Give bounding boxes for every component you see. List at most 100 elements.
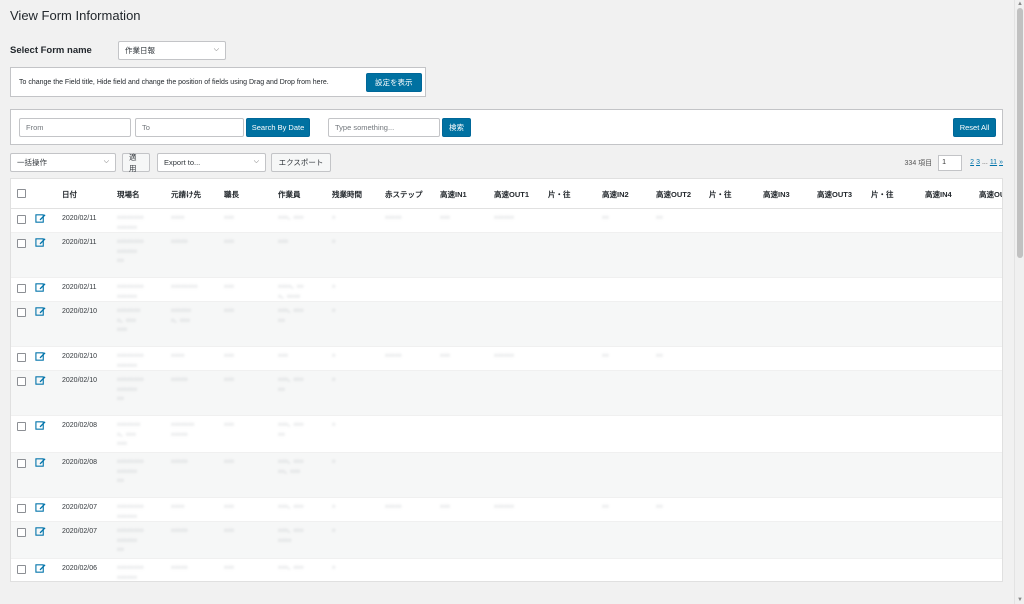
column-header-date[interactable]: 日付 (62, 189, 77, 200)
table-row[interactable]: 2020/02/10 ○○○○○○○○ ○○○○○○ ○○ ○○○○○ ○○○ ○○○、… (11, 371, 1002, 416)
cell-workers-redacted: ○○○○、○○ ○、○○○○ (278, 284, 304, 300)
from-date-input[interactable]: From (19, 118, 131, 137)
cell-contractor-redacted: ○○○○○ (171, 239, 188, 245)
cell-highway-in1-redacted: ○○○ (440, 504, 450, 510)
row-checkbox[interactable] (17, 353, 26, 362)
form-select[interactable]: 作業日報 ⌵ (118, 41, 226, 60)
cell-contractor-redacted: ○○○○○ (171, 565, 188, 571)
export-select-value: Export to... (164, 158, 201, 167)
cell-site-redacted: ○○○○○○○○ ○○○○○○ (117, 215, 144, 231)
edit-icon[interactable] (35, 351, 46, 362)
apply-button[interactable]: 適用 (122, 153, 150, 173)
cell-foreman-redacted: ○○○ (224, 377, 234, 383)
cell-site-redacted: ○○○○○○○○ ○○○○○○ ○○ (117, 528, 144, 553)
cell-overtime-redacted: ○ (332, 215, 336, 221)
column-header-highway-in2[interactable]: 高速IN2 (602, 189, 629, 200)
search-button[interactable]: 検索 (442, 118, 471, 137)
scroll-down-icon[interactable]: ▼ (1017, 597, 1023, 603)
column-header-overtime[interactable]: 残業時間 (332, 189, 362, 200)
column-header-site[interactable]: 現場名 (117, 189, 140, 200)
table-row[interactable]: 2020/02/08 ○○○○○○○○ ○○○○○○ ○○ ○○○○○ ○○○ ○○○、… (11, 453, 1002, 498)
column-header-highway-in3[interactable]: 高速IN3 (763, 189, 790, 200)
cell-contractor-redacted: ○○○○○○○○ (171, 284, 198, 290)
cell-overtime-redacted: ○ (332, 528, 336, 534)
cell-site-redacted: ○○○○○○○○ ○○○○○○ (117, 504, 144, 520)
edit-icon[interactable] (35, 282, 46, 293)
form-select-value: 作業日報 (125, 46, 155, 55)
cell-site-redacted: ○○○○○○○○ ○○○○○○ (117, 565, 144, 581)
cell-date: 2020/02/11 (62, 215, 97, 222)
column-header-foreman[interactable]: 職長 (224, 189, 239, 200)
select-all-checkbox[interactable] (17, 189, 26, 198)
table-row[interactable]: 2020/02/11 ○○○○○○○○ ○○○○○○ ○○○○ ○○○ ○○○、○○○ ○… (11, 209, 1002, 233)
edit-icon[interactable] (35, 502, 46, 513)
column-header-highway-out2[interactable]: 高速OUT2 (656, 189, 691, 200)
column-header-highway-out3[interactable]: 高速OUT3 (817, 189, 852, 200)
row-checkbox[interactable] (17, 528, 26, 537)
edit-icon[interactable] (35, 213, 46, 224)
table-row[interactable]: 2020/02/10 ○○○○○○○ ○、○○○ ○○○ ○○○○○○ ○、○○○ ○… (11, 302, 1002, 347)
page-link-2[interactable]: 2 (970, 159, 974, 166)
column-header-oneway2[interactable]: 片・往 (709, 189, 732, 200)
table-row[interactable]: 2020/02/07 ○○○○○○○○ ○○○○○○ ○○○○ ○○○ ○○○、○○○ ○… (11, 498, 1002, 522)
edit-icon[interactable] (35, 563, 46, 574)
cell-date: 2020/02/08 (62, 422, 98, 429)
cell-overtime-redacted: ○ (332, 284, 336, 290)
bulk-action-select[interactable]: 一括操作 ⌵ (10, 153, 116, 172)
column-header-red-step[interactable]: 赤ステップ (385, 189, 423, 200)
page-next-link[interactable]: » (999, 159, 1003, 166)
row-checkbox[interactable] (17, 239, 26, 248)
column-header-oneway3[interactable]: 片・往 (871, 189, 894, 200)
cell-highway-out2-redacted: ○○ (656, 504, 663, 510)
row-checkbox[interactable] (17, 565, 26, 574)
cell-foreman-redacted: ○○○ (224, 528, 234, 534)
scrollbar-thumb[interactable] (1017, 8, 1023, 258)
export-select[interactable]: Export to... ⌵ (157, 153, 266, 172)
row-checkbox[interactable] (17, 284, 26, 293)
to-date-input[interactable]: To (135, 118, 244, 137)
row-checkbox[interactable] (17, 504, 26, 513)
row-checkbox[interactable] (17, 308, 26, 317)
column-header-highway-out1[interactable]: 高速OUT1 (494, 189, 529, 200)
export-button[interactable]: エクスポート (271, 153, 331, 172)
row-checkbox[interactable] (17, 422, 26, 431)
table-row[interactable]: 2020/02/07 ○○○○○○○○ ○○○○○○ ○○ ○○○○○ ○○○ ○○○、… (11, 522, 1002, 559)
table-row[interactable]: 2020/02/08 ○○○○○○○ ○、○○○ ○○○ ○○○○○○○ ○○○○○… (11, 416, 1002, 453)
table-row[interactable]: 2020/02/10 ○○○○○○○○ ○○○○○○ ○○○○ ○○○ ○○○ ○ ○○○○… (11, 347, 1002, 371)
search-input[interactable]: Type something... (328, 118, 440, 137)
pagination: 334 項目 1 2 3 ... 11 » (905, 153, 1003, 172)
search-by-date-button[interactable]: Search By Date (246, 118, 310, 137)
table-row[interactable]: 2020/02/11 ○○○○○○○○ ○○○○○○ ○○○○○○○○ ○○○ ○○○○… (11, 278, 1002, 302)
page-link-3[interactable]: 3 (976, 159, 980, 166)
page-link-11[interactable]: 11 (990, 159, 997, 166)
edit-icon[interactable] (35, 526, 46, 537)
edit-icon[interactable] (35, 420, 46, 431)
table-row[interactable]: 2020/02/11 ○○○○○○○○ ○○○○○○ ○○ ○○○○○ ○○○ ○○○ ○ (11, 233, 1002, 278)
cell-highway-out2-redacted: ○○ (656, 215, 663, 221)
cell-contractor-redacted: ○○○○ (171, 504, 185, 510)
edit-icon[interactable] (35, 306, 46, 317)
edit-icon[interactable] (35, 375, 46, 386)
column-header-highway-out4[interactable]: 高速OU (979, 189, 1002, 200)
page-scrollbar[interactable]: ▲ ▼ (1014, 0, 1024, 604)
cell-highway-in2-redacted: ○○ (602, 504, 609, 510)
scroll-up-icon[interactable]: ▲ (1017, 1, 1023, 7)
column-header-oneway1[interactable]: 片・往 (548, 189, 571, 200)
row-checkbox[interactable] (17, 459, 26, 468)
cell-red-step-redacted: ○○○○○ (385, 353, 402, 359)
column-header-highway-in4[interactable]: 高速IN4 (925, 189, 952, 200)
table-row[interactable]: 2020/02/06 ○○○○○○○○ ○○○○○○ ○○○○○ ○○○ ○○○、○○○… (11, 559, 1002, 581)
column-header-workers[interactable]: 作業員 (278, 189, 301, 200)
cell-contractor-redacted: ○○○○ (171, 215, 185, 221)
row-checkbox[interactable] (17, 215, 26, 224)
edit-icon[interactable] (35, 237, 46, 248)
current-page-input[interactable]: 1 (938, 154, 963, 171)
cell-overtime-redacted: ○ (332, 504, 336, 510)
column-header-highway-in1[interactable]: 高速IN1 (440, 189, 467, 200)
row-checkbox[interactable] (17, 377, 26, 386)
reset-all-button[interactable]: Reset All (953, 118, 996, 137)
column-header-contractor[interactable]: 元請け先 (171, 189, 201, 200)
show-settings-button[interactable]: 設定を表示 (366, 73, 422, 92)
edit-icon[interactable] (35, 457, 46, 468)
form-select-row: Select Form name 作業日報 ⌵ (10, 41, 226, 60)
